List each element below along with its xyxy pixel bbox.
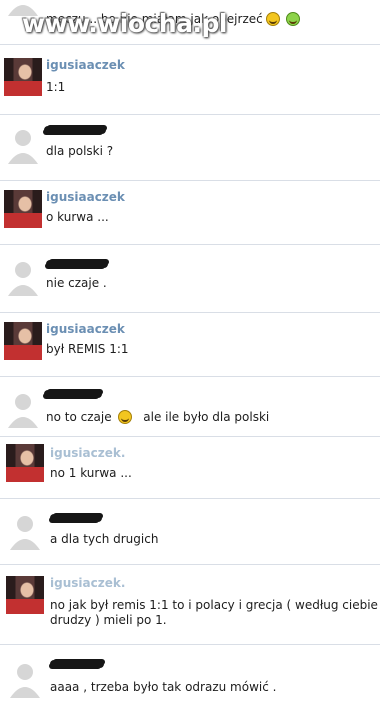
- comment-item: igusiaczek. no jak był remis 1:1 to i po…: [0, 570, 380, 644]
- default-avatar-icon[interactable]: [4, 258, 42, 296]
- redacted-username: [50, 514, 102, 522]
- divider: [0, 312, 380, 313]
- message-text: no jak był remis 1:1 to i polacy i grecj…: [50, 598, 380, 612]
- redacted-username: [44, 390, 102, 398]
- smiley-icon: [285, 12, 300, 26]
- comment-item: nie czaje .: [0, 248, 380, 312]
- default-avatar-icon[interactable]: [6, 512, 44, 550]
- user-avatar[interactable]: [6, 576, 44, 614]
- default-avatar-icon[interactable]: [4, 390, 42, 428]
- user-avatar[interactable]: [4, 58, 42, 96]
- comment-item: igusiaaczek o kurwa ...: [0, 184, 380, 244]
- message-text: był REMIS 1:1: [46, 342, 129, 356]
- message-text: dla polski ?: [46, 144, 114, 158]
- top-comment-fragment: meczu... bo nie miałam jak obejrzeć www.…: [0, 0, 380, 40]
- message-text: 1:1: [46, 80, 66, 94]
- username-link[interactable]: igusiaaczek: [46, 58, 125, 72]
- comment-item: aaaa , trzeba było tak odrazu mówić .: [0, 650, 380, 712]
- redacted-username: [44, 126, 106, 134]
- message-text: no 1 kurwa ...: [50, 466, 132, 480]
- divider: [0, 114, 380, 115]
- message-text: o kurwa ...: [46, 210, 109, 224]
- divider: [0, 376, 380, 377]
- message-text: nie czaje .: [46, 276, 107, 290]
- watermark: www.wiocha.pl: [22, 9, 227, 38]
- comment-item: igusiaczek. no 1 kurwa ...: [0, 440, 380, 498]
- redacted-username: [46, 260, 108, 268]
- comment-item: no to czaje ale ile było dla polski: [0, 380, 380, 442]
- divider: [0, 44, 380, 45]
- username-link[interactable]: igusiaczek.: [50, 446, 125, 460]
- message-text: a dla tych drugich: [50, 532, 159, 546]
- user-avatar[interactable]: [6, 444, 44, 482]
- default-avatar-icon[interactable]: [4, 126, 42, 164]
- message-text: aaaa , trzeba było tak odrazu mówić .: [50, 680, 277, 694]
- comment-item: igusiaaczek był REMIS 1:1: [0, 316, 380, 376]
- username-link[interactable]: igusiaczek.: [50, 576, 125, 590]
- divider: [0, 564, 380, 565]
- redacted-username: [50, 660, 104, 668]
- username-link[interactable]: igusiaaczek: [46, 322, 125, 336]
- divider: [0, 244, 380, 245]
- smiley-icon: [265, 12, 280, 26]
- username-link[interactable]: igusiaaczek: [46, 190, 125, 204]
- default-avatar-icon[interactable]: [6, 660, 44, 698]
- comment-item: a dla tych drugich: [0, 502, 380, 564]
- user-avatar[interactable]: [4, 322, 42, 360]
- divider: [0, 498, 380, 499]
- comment-item: dla polski ?: [0, 116, 380, 180]
- user-avatar[interactable]: [4, 190, 42, 228]
- comment-item: igusiaaczek 1:1: [0, 52, 380, 112]
- message-text: drudzy ) mieli po 1.: [50, 613, 167, 627]
- smiley-icon: [118, 410, 133, 424]
- divider: [0, 180, 380, 181]
- divider: [0, 644, 380, 645]
- message-text: no to czaje ale ile było dla polski: [46, 410, 270, 424]
- divider: [0, 436, 380, 437]
